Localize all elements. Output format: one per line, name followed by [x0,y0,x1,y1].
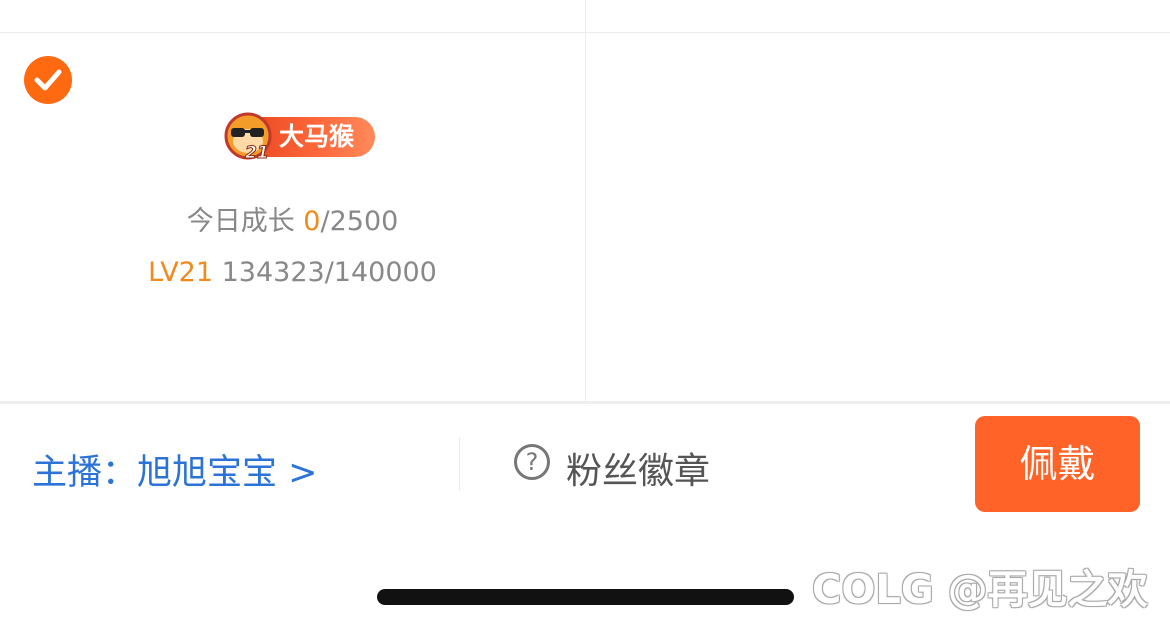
growth-total: /2500 [320,206,399,237]
badge-level-number: 21 [245,143,269,161]
home-indicator[interactable] [377,589,794,605]
growth-label: 今日成长 [186,206,295,237]
fan-badge: 大马猴 21 [223,111,375,161]
bar-divider [459,438,460,490]
question-circle-icon[interactable]: ? [514,444,550,480]
anchor-link[interactable]: 主播：旭旭宝宝 > [32,444,317,495]
badge-name: 大马猴 [279,122,355,151]
watermark: COLG @再见之欢 [812,567,1148,613]
level-exp: 134323/140000 [221,257,437,288]
today-growth: 今日成长 0/2500 [0,199,585,238]
bottom-bar: 主播：旭旭宝宝 > ? 粉丝徽章 佩戴 [0,404,1170,524]
monkey-icon: 21 [224,112,272,161]
level-progress: LV21 134323/140000 [0,257,585,288]
fan-badge-title: 粉丝徽章 [566,451,711,492]
fan-badge-card[interactable]: 大马猴 21 今日成长 0/2500 LV21 134323/140000 [0,33,585,401]
check-icon [24,56,72,104]
wear-button[interactable]: 佩戴 [975,416,1140,512]
level-label: LV21 [148,257,214,288]
growth-current: 0 [303,206,321,237]
grid-column-divider [585,0,586,402]
